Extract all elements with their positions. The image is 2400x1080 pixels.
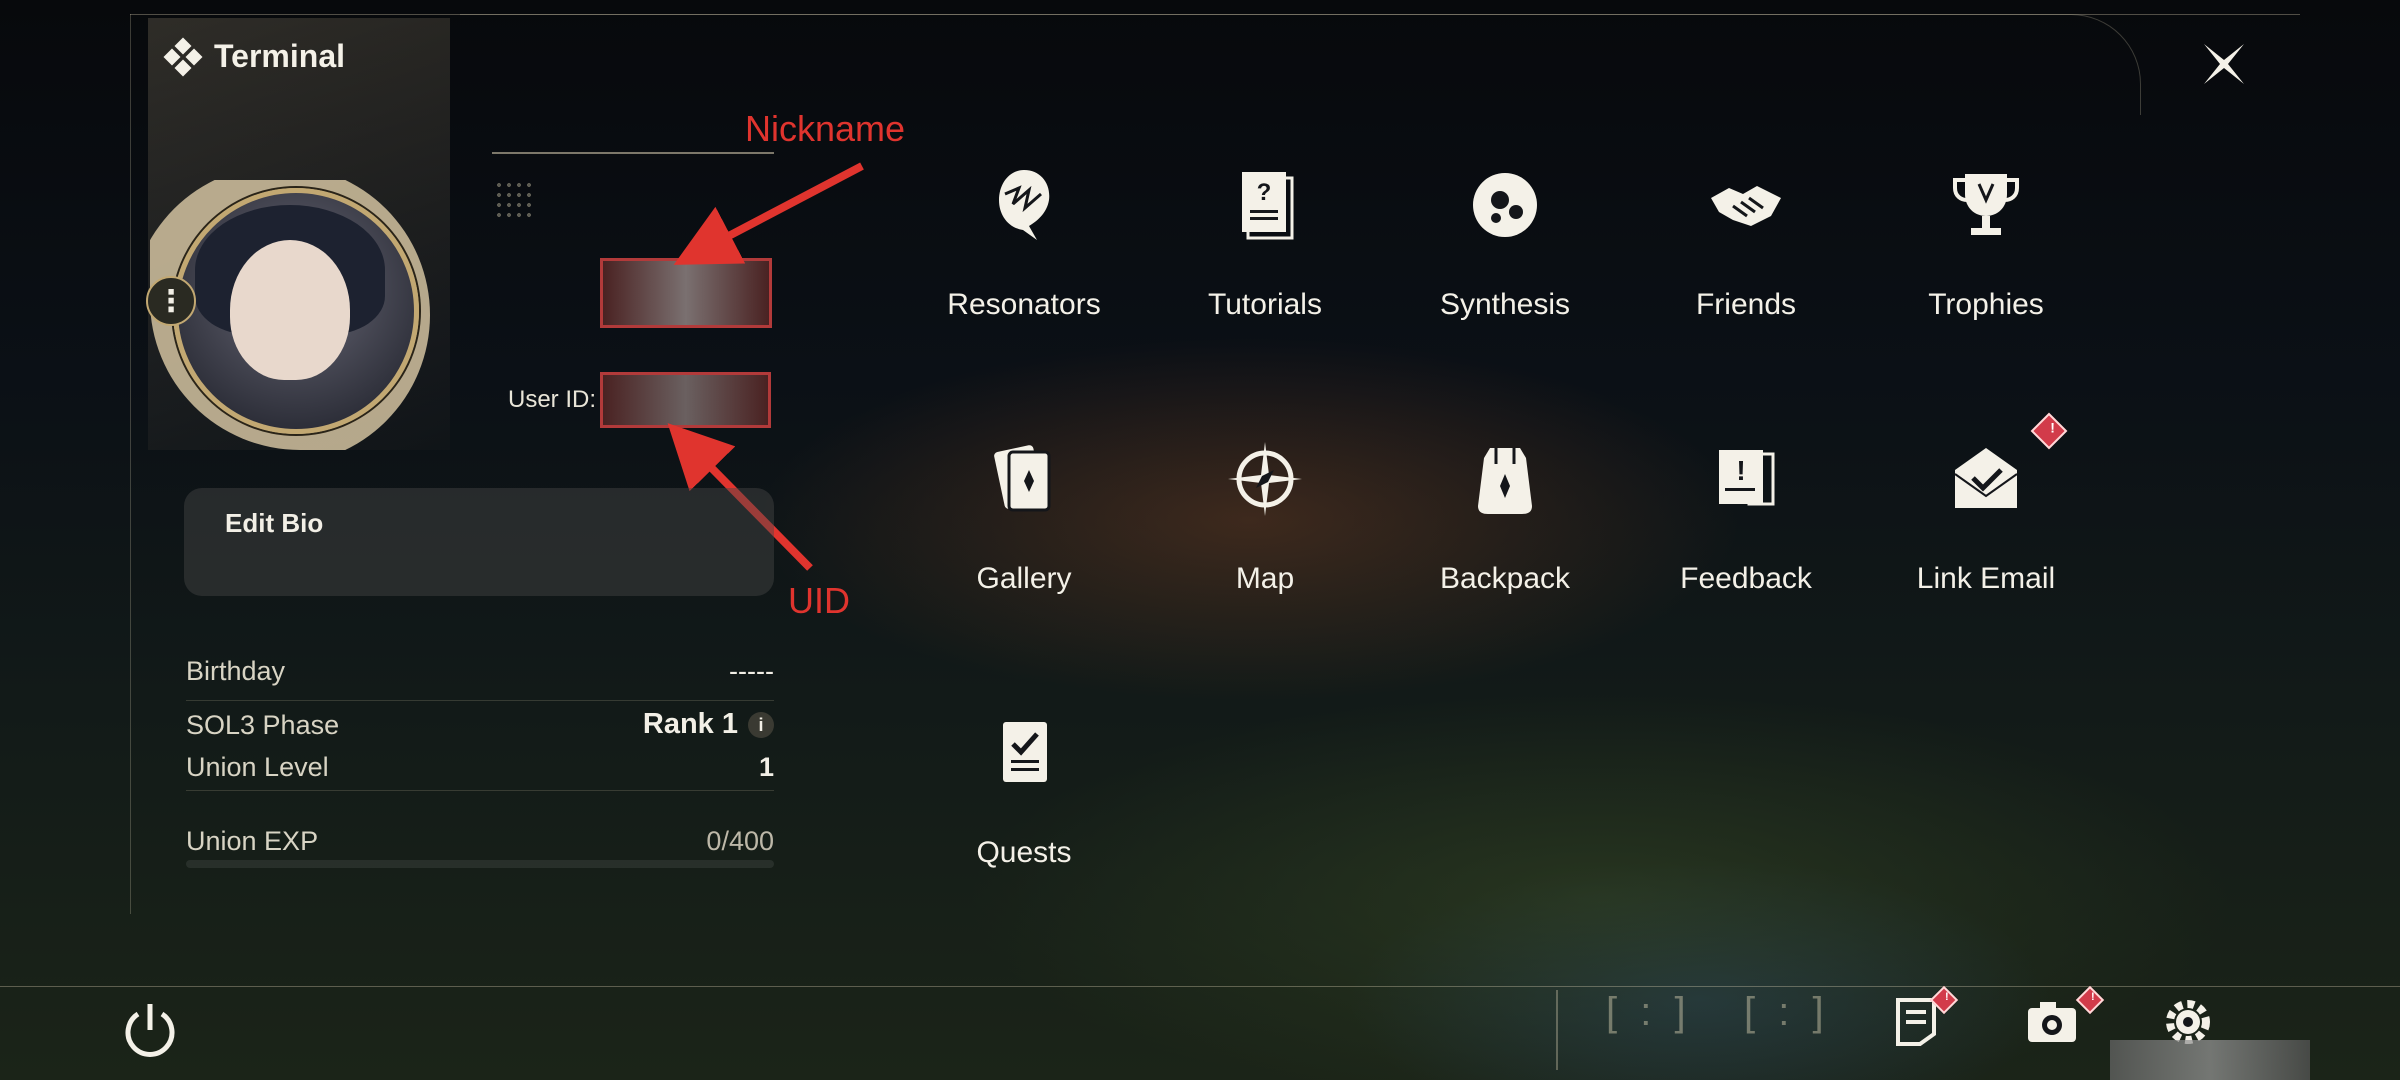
power-button[interactable] bbox=[118, 998, 182, 1062]
stat-birthday-label: Birthday bbox=[186, 656, 286, 686]
handshake-icon bbox=[1711, 186, 1781, 226]
compass-icon bbox=[1228, 442, 1302, 516]
stat-divider bbox=[186, 790, 774, 791]
menu-label: Synthesis bbox=[1439, 288, 1571, 321]
tutorial-book-icon: ? bbox=[1242, 172, 1294, 240]
email-icon bbox=[1954, 448, 2018, 508]
menu-label: Quests bbox=[976, 836, 1072, 869]
bio-box[interactable] bbox=[184, 488, 774, 596]
timer-slot[interactable]: [ : ] bbox=[1744, 990, 1830, 1035]
menu-label: Feedback bbox=[1680, 562, 1812, 595]
menu-label: Link Email bbox=[1916, 562, 2056, 595]
stat-union-level-value: 1 bbox=[758, 752, 774, 782]
blurred-overlay bbox=[2110, 1040, 2310, 1080]
camera-button[interactable]: ! bbox=[2024, 985, 2105, 1055]
camera-icon bbox=[2028, 1002, 2076, 1042]
resonator-icon bbox=[999, 170, 1050, 240]
menu-feedback[interactable]: ! Feedback bbox=[1636, 434, 1856, 596]
stat-birthday-value: ----- bbox=[729, 656, 774, 686]
menu-label: Gallery bbox=[976, 562, 1072, 595]
notes-button[interactable]: ! bbox=[1890, 985, 1959, 1055]
menu-tutorials[interactable]: ? Tutorials bbox=[1155, 160, 1375, 322]
stat-union-exp-label: Union EXP bbox=[186, 826, 319, 856]
stat-union-level-label: Union Level bbox=[186, 752, 329, 782]
menu-trophies[interactable]: Trophies bbox=[1876, 160, 2096, 322]
feedback-icon: ! bbox=[1719, 450, 1775, 506]
cards-icon bbox=[994, 445, 1051, 512]
stat-union-exp-value: 0/400 bbox=[706, 826, 774, 856]
svg-text:?: ? bbox=[1257, 179, 1272, 206]
union-exp-bar bbox=[186, 860, 774, 868]
stat-divider bbox=[186, 700, 774, 701]
menu-label: Resonators bbox=[947, 288, 1101, 321]
bottom-bar-line bbox=[0, 986, 2400, 987]
menu-label: Backpack bbox=[1439, 562, 1571, 595]
bottom-bar-divider bbox=[1556, 990, 1558, 1070]
stat-phase-value: Rank 1 bbox=[642, 708, 738, 740]
menu-resonators[interactable]: Resonators bbox=[914, 160, 1134, 322]
menu-label: Trophies bbox=[1928, 288, 2044, 321]
synthesis-icon bbox=[1473, 173, 1537, 237]
quest-icon bbox=[1003, 722, 1047, 782]
stat-phase-label: SOL3 Phase bbox=[186, 710, 340, 740]
backpack-icon bbox=[1478, 448, 1532, 514]
menu-link-email[interactable]: Link Email ! bbox=[1876, 412, 2096, 596]
menu-gallery[interactable]: Gallery bbox=[914, 434, 1134, 596]
trophy-icon bbox=[1953, 174, 2019, 235]
menu-map[interactable]: Map bbox=[1155, 434, 1375, 596]
menu-label: Map bbox=[1235, 562, 1295, 595]
nickname-arrow bbox=[673, 162, 864, 265]
menu-quests[interactable]: Quests bbox=[914, 708, 1134, 870]
menu-backpack[interactable]: Backpack bbox=[1395, 434, 1615, 596]
menu-synthesis[interactable]: Synthesis bbox=[1395, 160, 1615, 322]
power-icon bbox=[125, 1004, 175, 1057]
menu-friends[interactable]: Friends bbox=[1636, 160, 1856, 322]
svg-text:!: ! bbox=[1736, 455, 1745, 486]
menu-label: Tutorials bbox=[1208, 288, 1322, 321]
menu-label: Friends bbox=[1695, 288, 1797, 321]
stat-phase-row: Rank 1 i bbox=[520, 708, 774, 741]
timer-slot[interactable]: [ : ] bbox=[1606, 990, 1692, 1035]
edit-bio-label: Edit Bio bbox=[225, 508, 324, 538]
info-icon[interactable]: i bbox=[748, 712, 774, 739]
